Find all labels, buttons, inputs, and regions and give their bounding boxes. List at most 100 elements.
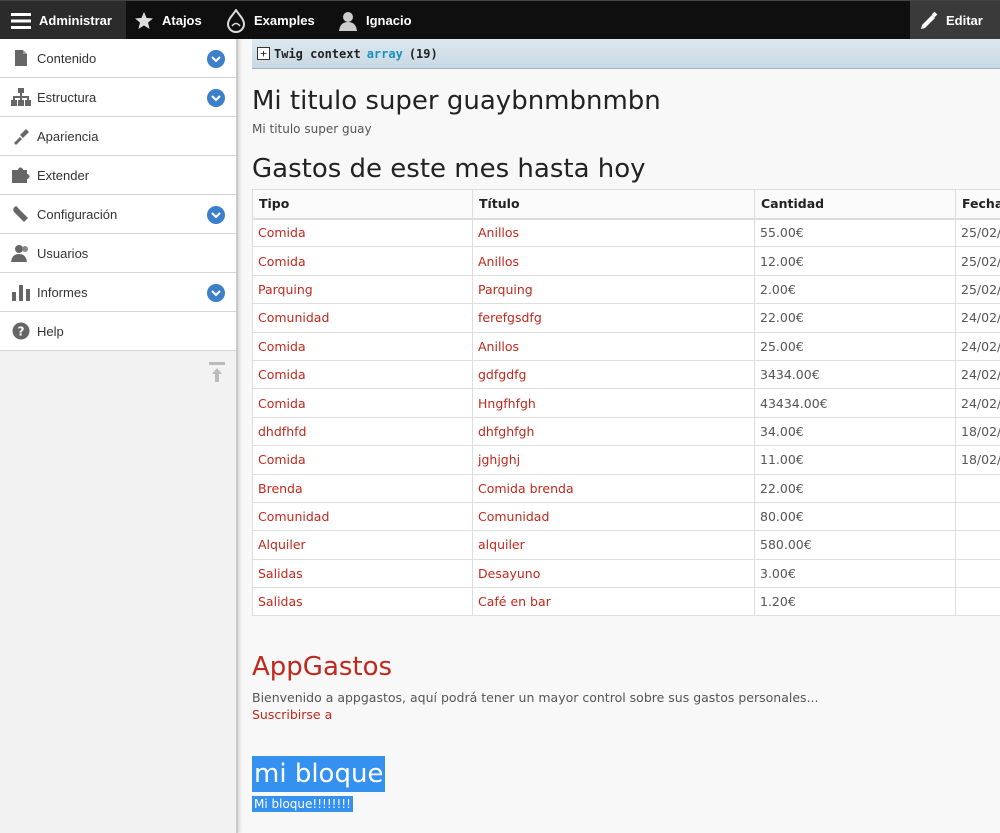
cell-tipo[interactable]: Comida <box>252 359 473 390</box>
page-title: Mi titulo super guaybnmbnmbn <box>252 86 661 116</box>
page-subtitle: Mi titulo super guay <box>252 122 372 136</box>
cell-cantidad: 43434.00€ <box>754 388 956 418</box>
sidebar-item-informes[interactable]: Informes <box>0 273 236 312</box>
sidebar-item-label: Configuración <box>37 206 118 222</box>
cell-cantidad: 12.00€ <box>754 246 956 276</box>
cell-tipo[interactable]: dhdfhfd <box>252 416 473 447</box>
cell-fecha: 25/02/ <box>955 274 1000 305</box>
cell-titulo[interactable]: Hngfhfgh <box>472 388 755 418</box>
sidebar-item-apariencia[interactable]: Apariencia <box>0 117 236 156</box>
star-icon <box>135 11 153 29</box>
chevron-down-icon[interactable] <box>207 284 225 302</box>
cell-cantidad: 1.20€ <box>754 587 956 617</box>
column-header-fecha[interactable]: Fecha <box>955 189 1000 220</box>
cell-fecha: 24/02/ <box>955 303 1000 333</box>
puzzle-icon <box>11 165 31 185</box>
pencil-icon <box>921 11 938 29</box>
cell-cantidad: 22.00€ <box>754 303 956 333</box>
cell-titulo[interactable]: dhfghfgh <box>472 416 755 447</box>
cell-cantidad: 34.00€ <box>754 416 956 447</box>
user-icon <box>339 11 357 31</box>
cell-titulo[interactable]: Comunidad <box>472 501 755 532</box>
examples-button[interactable]: Examples <box>226 1 315 40</box>
sidebar-item-estructura[interactable]: Estructura <box>0 78 236 117</box>
cell-tipo[interactable]: Alquiler <box>252 530 473 560</box>
chevron-down-icon[interactable] <box>207 89 225 107</box>
table-row: Brenda Comida brenda 22.00€ <box>252 473 1000 503</box>
cell-tipo[interactable]: Brenda <box>252 473 473 503</box>
cell-titulo[interactable]: Anillos <box>472 246 755 276</box>
cell-cantidad: 580.00€ <box>754 530 956 560</box>
table-row: Comida gdfgdfg 3434.00€ 24/02/ <box>252 359 1000 390</box>
table-container: Tipo Título Cantidad Fecha Comida Anillos… <box>252 184 1000 617</box>
cell-tipo[interactable]: Comida <box>252 331 473 361</box>
subscribe-link[interactable]: Suscribirse a <box>252 707 1000 722</box>
table-row: Parquing Parquing 2.00€ 25/02/ <box>252 274 1000 305</box>
app-title: AppGastos <box>252 652 393 683</box>
sidebar-item-label: Estructura <box>37 89 97 105</box>
cell-cantidad: 22.00€ <box>754 473 956 503</box>
cell-titulo[interactable]: Anillos <box>472 217 755 248</box>
gastos-table: Tipo Título Cantidad Fecha Comida Anillos… <box>252 189 1000 617</box>
cell-tipo[interactable]: Comunidad <box>252 303 473 333</box>
cell-tipo[interactable]: Comida <box>252 388 473 418</box>
table-row: Comida Anillos 55.00€ 25/02/ <box>252 217 1000 248</box>
cell-tipo[interactable]: Comida <box>252 445 473 475</box>
table-row: Comunidad ferefgsdfg 22.00€ 24/02/ <box>252 303 1000 333</box>
bar-chart-icon <box>11 282 31 302</box>
cell-fecha <box>955 558 1000 589</box>
cell-tipo[interactable]: Salidas <box>252 587 473 617</box>
table-row: Comida jghjghj 11.00€ 18/02/ <box>252 445 1000 475</box>
cell-fecha <box>955 473 1000 503</box>
brush-icon <box>11 126 31 146</box>
column-header-cantidad[interactable]: Cantidad <box>754 189 956 220</box>
table-row: Comida Anillos 25.00€ 24/02/ <box>252 331 1000 361</box>
table-row: dhdfhfd dhfghfgh 34.00€ 18/02/ <box>252 416 1000 447</box>
chevron-down-icon[interactable] <box>207 50 225 68</box>
user-button[interactable]: Ignacio <box>338 1 412 40</box>
block-title: mi bloque <box>252 756 386 793</box>
cell-cantidad: 3434.00€ <box>754 359 956 390</box>
table-row: Salidas Café en bar 1.20€ <box>252 587 1000 617</box>
cell-titulo[interactable]: Desayuno <box>472 558 755 589</box>
user-label: Ignacio <box>366 13 412 28</box>
sidebar-item-usuarios[interactable]: Usuarios <box>0 234 236 273</box>
cell-titulo[interactable]: Comida brenda <box>472 473 755 503</box>
cell-titulo[interactable]: gdfgdfg <box>472 359 755 390</box>
editar-button[interactable]: Editar <box>910 1 1000 40</box>
expand-icon[interactable]: + <box>257 47 270 60</box>
sidebar-item-configuracion[interactable]: Configuración <box>0 195 236 234</box>
cell-tipo[interactable]: Salidas <box>252 558 473 589</box>
cell-titulo[interactable]: Parquing <box>472 274 755 305</box>
twig-context-bar[interactable]: + Twig context array (19) <box>252 39 1000 69</box>
pin-icon[interactable] <box>208 362 226 388</box>
svg-text:?: ? <box>18 325 25 339</box>
cell-tipo[interactable]: Comida <box>252 217 473 248</box>
cell-titulo[interactable]: jghjghj <box>472 445 755 475</box>
atajos-button[interactable]: Atajos <box>134 1 202 40</box>
cell-titulo[interactable]: Café en bar <box>472 587 755 617</box>
column-header-tipo[interactable]: Tipo <box>252 189 473 220</box>
cell-titulo[interactable]: alquiler <box>472 530 755 560</box>
cell-tipo[interactable]: Parquing <box>252 274 473 305</box>
cell-fecha: 24/02/ <box>955 359 1000 390</box>
cell-fecha: 24/02/ <box>955 388 1000 418</box>
cell-tipo[interactable]: Comida <box>252 246 473 276</box>
sidebar-item-label: Contenido <box>37 50 97 66</box>
cell-cantidad: 25.00€ <box>754 331 956 361</box>
admin-sidebar: Contenido Estructura Apariencia Extender… <box>0 39 238 833</box>
sidebar-item-contenido[interactable]: Contenido <box>0 39 236 78</box>
twig-type: array <box>366 46 403 61</box>
app-welcome-text: Bienvenido a appgastos, aquí podrá tener… <box>252 690 819 706</box>
cell-titulo[interactable]: ferefgsdfg <box>472 303 755 333</box>
sidebar-item-extender[interactable]: Extender <box>0 156 236 195</box>
cell-fecha: 25/02/ <box>955 217 1000 248</box>
cell-titulo[interactable]: Anillos <box>472 331 755 361</box>
chevron-down-icon[interactable] <box>207 206 225 224</box>
table-heading: Gastos de este mes hasta hoy <box>252 154 646 184</box>
cell-tipo[interactable]: Comunidad <box>252 501 473 532</box>
column-header-titulo[interactable]: Título <box>472 189 755 220</box>
sidebar-item-help[interactable]: ? Help <box>0 312 236 351</box>
administrar-button[interactable]: Administrar <box>0 1 126 40</box>
sidebar-item-label: Extender <box>37 167 90 183</box>
